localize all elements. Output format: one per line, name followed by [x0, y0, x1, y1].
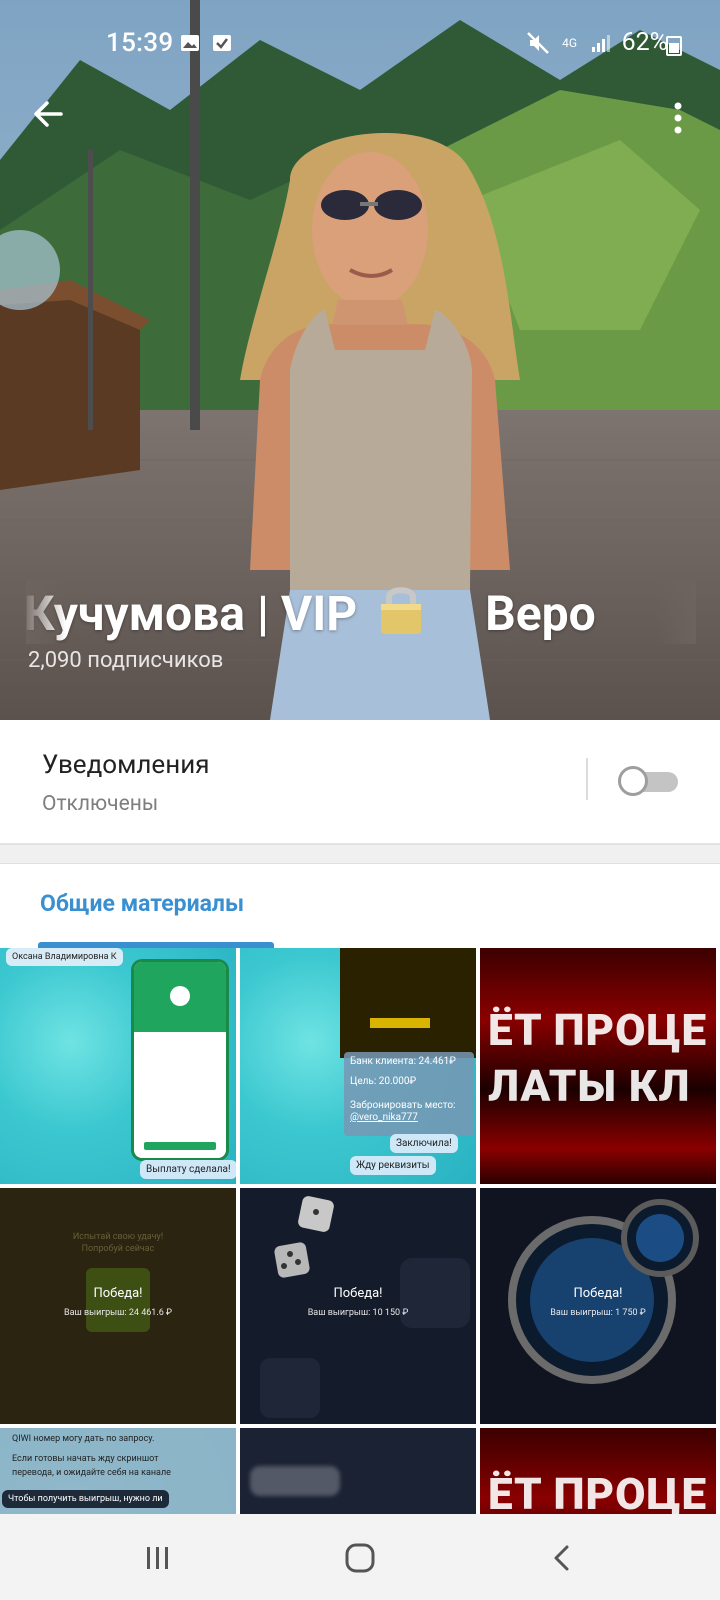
status-bar: 15:39 4G 62%: [0, 0, 720, 88]
recent-apps-icon: [147, 1547, 168, 1569]
notifications-label: Уведомления: [42, 750, 210, 780]
channel-title: а Кучумова | VIP: [26, 585, 358, 642]
status-time: 15:39: [106, 28, 174, 58]
media-item[interactable]: Оксана Владимировна К Выплату сделала!: [0, 948, 236, 1184]
wheel-graphic: [508, 1199, 699, 1384]
tab-shared-media[interactable]: Общие материалы: [40, 890, 244, 917]
channel-title-continuation: Веро: [485, 585, 596, 642]
lock-icon: [381, 587, 422, 634]
media-grid: Оксана Владимировна К Выплату сделала! Б…: [0, 948, 720, 1514]
system-nav-bar: [0, 1514, 720, 1600]
more-options-button[interactable]: [654, 94, 702, 142]
system-back-button[interactable]: [540, 1536, 584, 1580]
phone-screenshot: [134, 962, 226, 1158]
checkbox-notification-icon: [213, 35, 231, 51]
mute-icon: [526, 31, 549, 54]
media-item[interactable]: QIWI номер могу дать по запросу. Если го…: [0, 1428, 236, 1514]
notifications-toggle[interactable]: [618, 764, 680, 796]
more-vertical-icon: [674, 102, 682, 134]
back-button[interactable]: [24, 90, 72, 138]
chevron-left-icon: [554, 1545, 569, 1571]
media-item[interactable]: Банк клиента: 24.461₽ Цель: 20.000₽ Забр…: [240, 948, 476, 1184]
media-item[interactable]: ЁТ ПРОЦЕ: [480, 1428, 716, 1514]
subscriber-count: 2,090 подписчиков: [28, 648, 224, 673]
arrow-back-icon: [34, 101, 63, 127]
battery-percent: 62%: [621, 28, 668, 57]
section-divider: [0, 844, 720, 864]
recent-apps-button[interactable]: [136, 1536, 180, 1580]
media-item[interactable]: Победа! Ваш выигрыш: 1 750 ₽: [480, 1188, 716, 1424]
media-item[interactable]: Испытай свою удачу! Попробуй сейчас Побе…: [0, 1188, 236, 1424]
profile-header: 15:39 4G 62% Кучумова | VIP Веро 2,090 п…: [0, 0, 720, 720]
media-item[interactable]: [240, 1428, 476, 1514]
gallery-notification-icon: [181, 35, 199, 51]
channel-title-marquee: а Кучумова | VIP Веро: [26, 580, 696, 644]
battery-icon: [666, 36, 682, 56]
home-button[interactable]: [338, 1536, 382, 1580]
dice-icon: [260, 1196, 470, 1418]
media-tabs: Общие материалы: [0, 864, 720, 948]
media-item[interactable]: Победа! Ваш выигрыш: 10 150 ₽: [240, 1188, 476, 1424]
network-type: 4G: [562, 35, 578, 50]
signal-icon: [591, 34, 610, 52]
divider: [586, 758, 588, 800]
home-icon: [345, 1543, 375, 1573]
notifications-row[interactable]: Уведомления Отключены: [0, 720, 720, 844]
media-item[interactable]: ЁТ ПРОЦЕ ЛАТЫ КЛ: [480, 948, 716, 1184]
notifications-status: Отключены: [42, 792, 159, 816]
